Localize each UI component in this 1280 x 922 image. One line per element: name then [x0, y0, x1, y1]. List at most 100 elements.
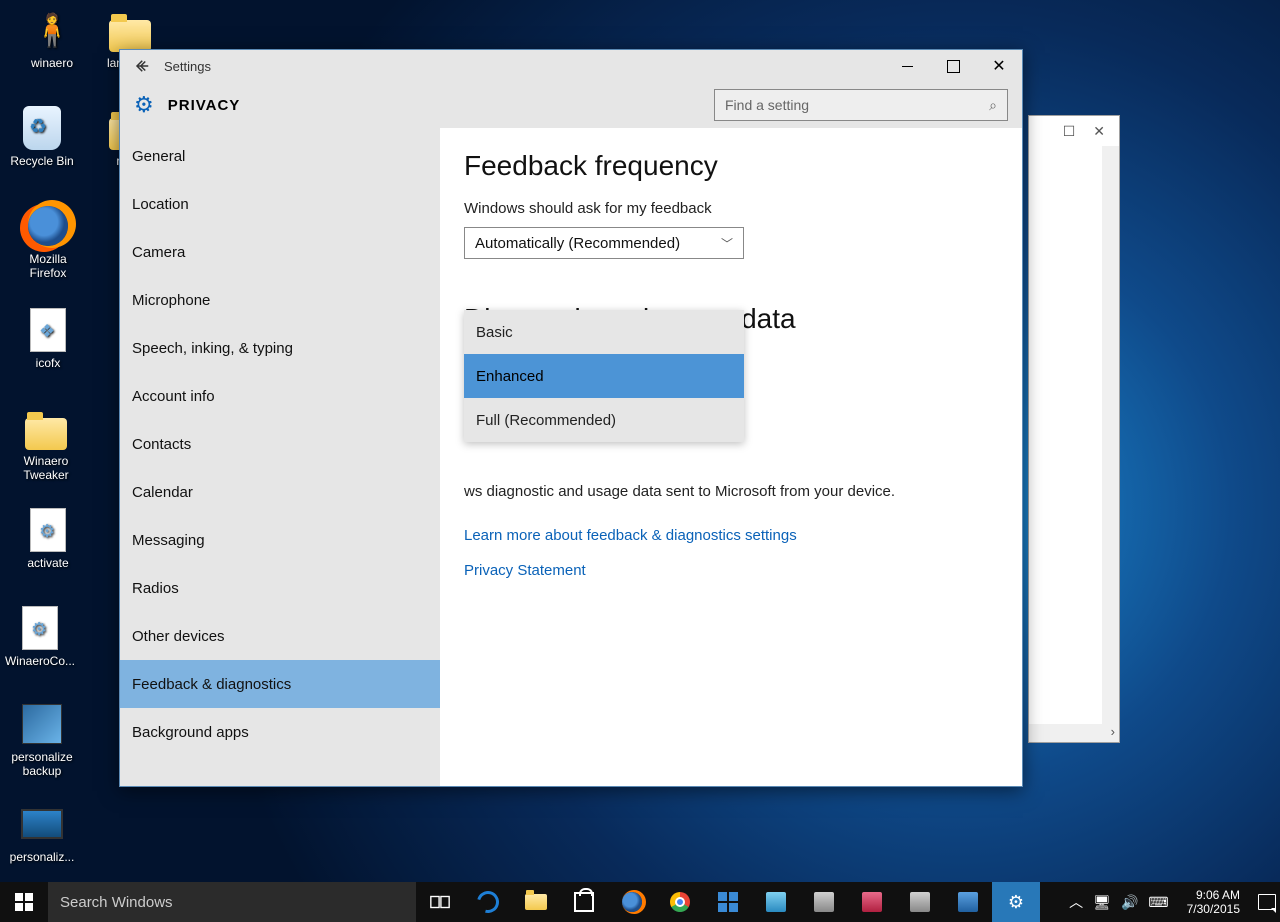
- dropdown-option-enhanced[interactable]: Enhanced: [464, 354, 744, 398]
- maximize-icon[interactable]: ☐: [1063, 123, 1076, 140]
- desktop-icon-icofx[interactable]: ❖ icofx: [10, 306, 86, 370]
- search-placeholder: Find a setting: [725, 97, 809, 113]
- sidebar-item-label: Microphone: [132, 292, 210, 309]
- chrome-icon: [670, 892, 690, 912]
- sidebar-item-background-apps[interactable]: Background apps: [120, 708, 440, 756]
- firefox-icon: [622, 892, 642, 912]
- sidebar-item-account[interactable]: Account info: [120, 372, 440, 420]
- sidebar-item-calendar[interactable]: Calendar: [120, 468, 440, 516]
- back-button[interactable]: [128, 50, 158, 82]
- desktop-icon-winaero-tweaker[interactable]: Winaero Tweaker: [8, 404, 84, 482]
- folder-icon: [22, 404, 70, 452]
- feedback-frequency-dropdown[interactable]: Automatically (Recommended) ﹀: [464, 227, 744, 259]
- section-heading-feedback: Feedback frequency: [464, 150, 998, 182]
- sidebar-item-label: Account info: [132, 388, 215, 405]
- desktop-icon-label: activate: [27, 556, 68, 570]
- search-input[interactable]: Find a setting ⌕: [714, 89, 1008, 121]
- taskbar-search[interactable]: Search Windows: [48, 882, 416, 922]
- sidebar-item-label: Feedback & diagnostics: [132, 676, 291, 693]
- chevron-down-icon: ﹀: [721, 235, 733, 252]
- sidebar-item-label: Messaging: [132, 532, 205, 549]
- sidebar-item-general[interactable]: General: [120, 132, 440, 180]
- taskbar-app-1[interactable]: [752, 882, 800, 922]
- desktop-icon-personalize-backup[interactable]: personalize backup: [4, 700, 80, 778]
- sidebar-item-label: Other devices: [132, 628, 225, 645]
- action-center-icon[interactable]: [1258, 894, 1276, 910]
- desktop-icon-personaliz[interactable]: personaliz...: [4, 800, 80, 864]
- sidebar-item-feedback[interactable]: Feedback & diagnostics: [120, 660, 440, 708]
- desktop-icon-label: Winaero Tweaker: [23, 454, 68, 482]
- taskbar-app-5[interactable]: [944, 882, 992, 922]
- person-icon: 🧍: [28, 6, 76, 54]
- settings-header: ⚙ PRIVACY Find a setting ⌕: [120, 82, 1022, 128]
- recycle-bin-icon: [18, 104, 66, 152]
- app-icon: [814, 892, 834, 912]
- dropdown-option-label: Enhanced: [476, 368, 544, 385]
- sidebar-item-label: Contacts: [132, 436, 191, 453]
- desktop-icon-winaero[interactable]: 🧍 winaero: [14, 6, 90, 70]
- close-button[interactable]: ✕: [976, 50, 1022, 82]
- maximize-button[interactable]: [930, 50, 976, 82]
- cube-icon: [18, 700, 66, 748]
- sidebar-item-camera[interactable]: Camera: [120, 228, 440, 276]
- sidebar-item-label: Calendar: [132, 484, 193, 501]
- tray-screen-icon[interactable]: 🖥: [1093, 894, 1111, 911]
- desktop-icon-activate[interactable]: ⚙ activate: [10, 506, 86, 570]
- scrollbar-vertical[interactable]: [1102, 146, 1119, 724]
- taskbar-app-chrome[interactable]: [656, 882, 704, 922]
- tray-keyboard-icon[interactable]: ⌨: [1148, 894, 1168, 911]
- monitor-icon: [18, 800, 66, 848]
- settings-content: Feedback frequency Windows should ask fo…: [440, 128, 1022, 786]
- desktop-icon-winaeroco[interactable]: ⚙ WinaeroCo...: [2, 604, 78, 668]
- file-icon: ❖: [24, 306, 72, 354]
- sidebar-item-contacts[interactable]: Contacts: [120, 420, 440, 468]
- taskbar-app-store[interactable]: [560, 882, 608, 922]
- taskbar-app-edge[interactable]: [464, 882, 512, 922]
- privacy-statement-link[interactable]: Privacy Statement: [464, 562, 998, 579]
- sidebar-item-label: General: [132, 148, 185, 165]
- store-icon: [574, 892, 594, 912]
- taskbar-app-3[interactable]: [848, 882, 896, 922]
- taskbar-app-firefox[interactable]: [608, 882, 656, 922]
- search-icon: ⌕: [989, 97, 997, 114]
- sidebar-item-other-devices[interactable]: Other devices: [120, 612, 440, 660]
- sidebar-item-location[interactable]: Location: [120, 180, 440, 228]
- sidebar-item-radios[interactable]: Radios: [120, 564, 440, 612]
- learn-more-link[interactable]: Learn more about feedback & diagnostics …: [464, 527, 998, 544]
- desktop-icon-recycle-bin[interactable]: Recycle Bin: [4, 104, 80, 168]
- desktop-icon-label: Mozilla Firefox: [29, 252, 66, 280]
- taskbar-app-2[interactable]: [800, 882, 848, 922]
- minimize-button[interactable]: [884, 50, 930, 82]
- settings-sidebar: General Location Camera Microphone Speec…: [120, 128, 440, 786]
- dropdown-option-full[interactable]: Full (Recommended): [464, 398, 744, 442]
- sidebar-item-microphone[interactable]: Microphone: [120, 276, 440, 324]
- gear-icon: ⚙: [134, 92, 154, 118]
- window-controls: ✕: [884, 50, 1022, 82]
- taskbar-app-4[interactable]: [896, 882, 944, 922]
- file-icon: ⚙: [16, 604, 64, 652]
- sidebar-item-messaging[interactable]: Messaging: [120, 516, 440, 564]
- taskbar-app-explorer[interactable]: [512, 882, 560, 922]
- clock-date: 7/30/2015: [1187, 902, 1240, 916]
- tray-chevron-up-icon[interactable]: ︿: [1069, 892, 1083, 912]
- scrollbar-horizontal[interactable]: ›: [1029, 724, 1119, 742]
- desktop-icon-label: icofx: [36, 356, 61, 370]
- sidebar-item-speech[interactable]: Speech, inking, & typing: [120, 324, 440, 372]
- diagnostic-description: ws diagnostic and usage data sent to Mic…: [464, 481, 998, 503]
- dropdown-option-label: Full (Recommended): [476, 412, 616, 429]
- desktop-icon-firefox[interactable]: Mozilla Firefox: [10, 202, 86, 280]
- desktop-icon-label: personalize backup: [11, 750, 72, 778]
- task-view-button[interactable]: [416, 882, 464, 922]
- tray-volume-icon[interactable]: 🔊: [1121, 894, 1138, 911]
- taskbar-app-grid[interactable]: [704, 882, 752, 922]
- taskbar-app-settings[interactable]: ⚙: [992, 882, 1040, 922]
- close-icon[interactable]: ✕: [1093, 123, 1105, 140]
- dropdown-option-basic[interactable]: Basic: [464, 310, 744, 354]
- sidebar-item-label: Speech, inking, & typing: [132, 340, 293, 357]
- titlebar[interactable]: Settings ✕: [120, 50, 1022, 82]
- taskbar: Search Windows ⚙ ︿ 🖥 🔊 ⌨ 9:06 AM 7/30/20…: [0, 882, 1280, 922]
- tray-clock[interactable]: 9:06 AM 7/30/2015: [1179, 888, 1248, 916]
- app-icon: [958, 892, 978, 912]
- start-button[interactable]: [0, 882, 48, 922]
- clock-time: 9:06 AM: [1187, 888, 1240, 902]
